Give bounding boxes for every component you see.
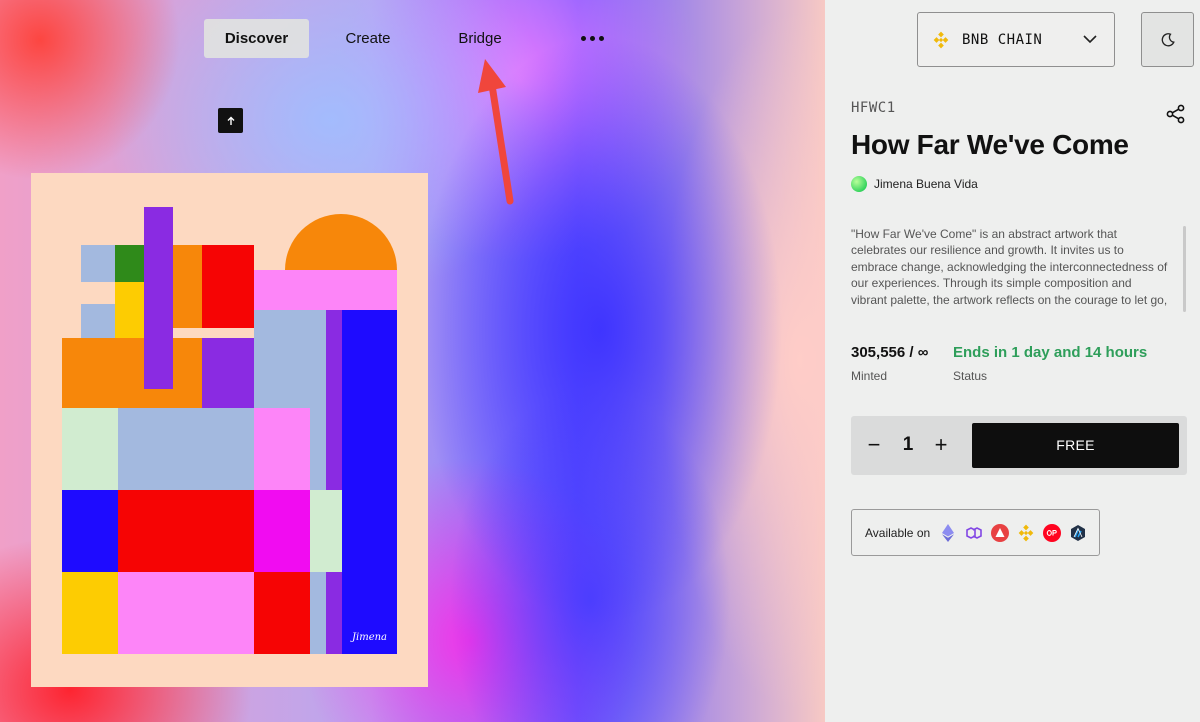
art-block [285,214,397,270]
avatar [851,176,867,192]
arbitrum-icon[interactable] [1069,524,1087,542]
arrow-up-icon [227,116,234,125]
artwork-stage: Discover Create Bridge Jimena [0,0,825,722]
avalanche-icon[interactable] [991,523,1010,542]
theme-toggle-button[interactable] [1141,12,1194,67]
creator-link[interactable]: Jimena Buena Vida [851,176,978,192]
chevron-down-icon [1083,35,1097,44]
annotation-arrow [478,59,514,205]
status-label: Status [953,369,988,383]
art-signature: Jimena [352,632,388,643]
art-block [118,408,254,490]
share-icon[interactable] [1165,103,1187,125]
art-block [310,572,326,654]
art-block [115,245,145,282]
art-block [81,304,115,338]
art-block [202,338,254,408]
mint-button[interactable]: FREE [972,423,1179,468]
art-block [62,338,202,408]
bnb-icon[interactable] [1017,524,1035,542]
moon-icon [1161,32,1175,46]
description: "How Far We've Come" is an abstract artw… [851,227,1168,310]
details-panel: BNB CHAIN HFWC1 How Far We've Come Jimen… [825,0,1200,722]
chain-label: BNB CHAIN [962,31,1043,48]
minted-count: 305,556 / ∞ [851,344,929,361]
description-scrollbar[interactable] [1183,226,1186,312]
optimism-icon[interactable] [1043,523,1062,542]
tab-discover[interactable]: Discover [204,19,309,58]
art-block [254,310,326,408]
art-block [62,572,118,654]
art-block [62,490,118,572]
art-block [81,245,115,282]
art-block [202,245,254,328]
bnb-logo-icon [933,31,949,48]
chain-selector[interactable]: BNB CHAIN [917,12,1115,67]
tab-bridge[interactable]: Bridge [446,19,514,58]
available-networks: Available on [851,509,1100,556]
art-block [118,572,254,654]
increase-quantity-button[interactable]: + [930,430,952,460]
page-title: How Far We've Come [851,129,1129,160]
creator-name: Jimena Buena Vida [874,177,978,191]
available-label: Available on [865,525,931,540]
art-block [254,270,397,310]
ethereum-icon[interactable] [939,523,957,542]
decrease-quantity-button[interactable]: − [863,430,885,460]
artwork-image [31,173,428,687]
token-symbol: HFWC1 [851,100,896,116]
quantity-value: 1 [902,434,914,455]
art-block [254,572,310,654]
art-block [326,310,342,654]
minted-label: Minted [851,369,888,383]
art-block [254,490,310,572]
art-block [171,245,202,328]
art-block [342,310,397,654]
art-block [310,490,342,572]
polygon-icon[interactable] [965,524,983,542]
expand-button[interactable] [218,108,243,133]
status-value: Ends in 1 day and 14 hours [953,344,1148,361]
art-block [310,408,326,490]
art-block [118,490,254,572]
art-block [144,207,173,389]
art-block [62,408,118,490]
tab-create[interactable]: Create [330,19,406,58]
more-dots-icon[interactable] [573,19,611,58]
art-block [254,408,310,490]
mint-controls: − 1 + FREE [851,416,1187,475]
